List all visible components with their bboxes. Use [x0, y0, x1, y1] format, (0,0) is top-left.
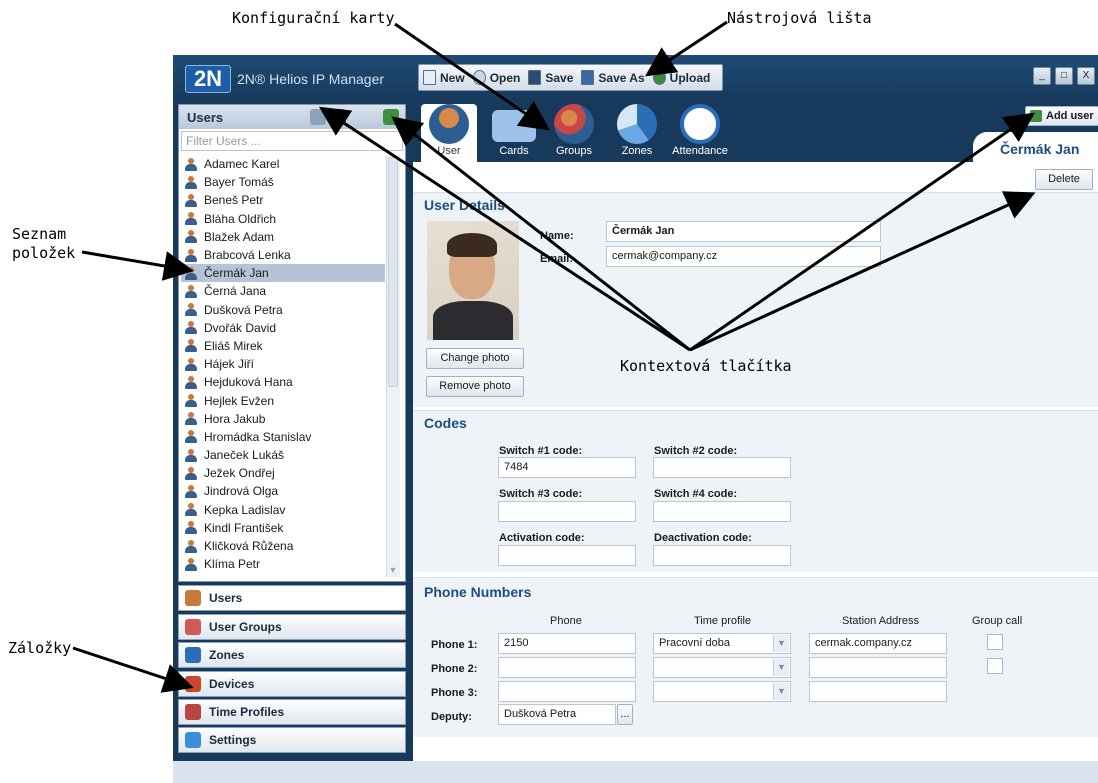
- annotation-arrows: [72, 20, 1036, 693]
- arrow-config-tabs: [394, 22, 550, 131]
- arrow-context-header: [318, 106, 691, 352]
- arrow-context-delete: [689, 191, 1036, 352]
- arrow-context-add: [391, 116, 691, 352]
- arrow-context-adduser: [689, 112, 1035, 352]
- arrow-item-list: [81, 250, 194, 281]
- arrow-bookmarks: [72, 646, 194, 693]
- arrow-toolbar: [644, 20, 728, 77]
- annotation-context-buttons: Kontextová tlačítka: [620, 357, 792, 375]
